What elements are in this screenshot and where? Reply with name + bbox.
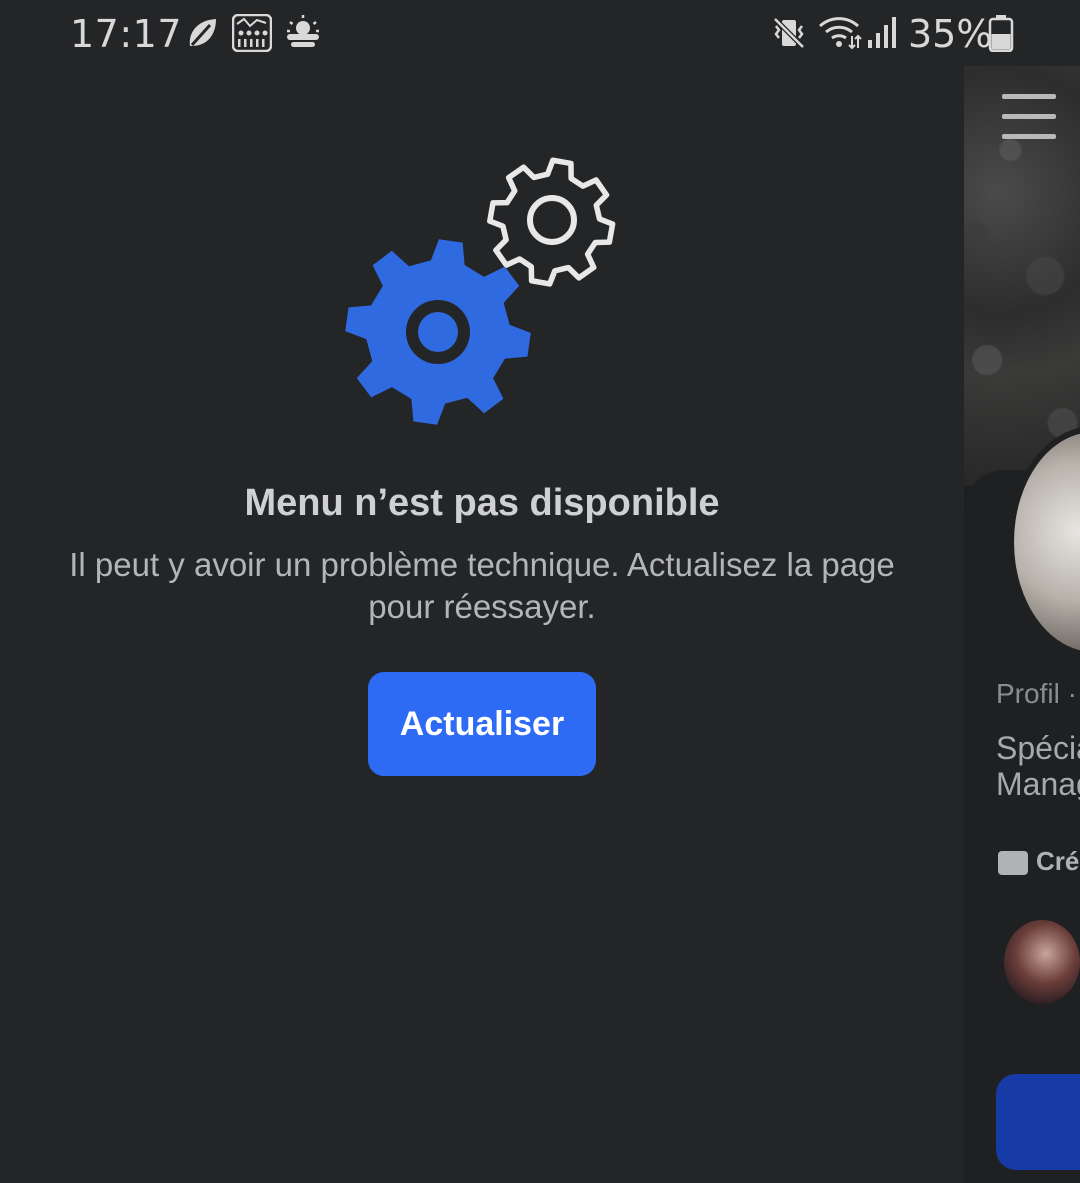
profile-line-2: Manag [996, 766, 1080, 802]
blue-action-button[interactable] [996, 1074, 1080, 1170]
weather-sun-cloud-icon [284, 14, 322, 55]
vibrate-mute-icon [772, 16, 806, 55]
background-profile-peek[interactable]: Profil · Spécia Manag Cré [964, 66, 1080, 1183]
battery-percent: 35% [908, 12, 993, 56]
app-grid-icon [231, 13, 273, 57]
wifi-icon [818, 14, 862, 55]
refresh-button[interactable]: Actualiser [368, 672, 596, 776]
creator-label: Cré [1036, 846, 1080, 876]
profile-line-1: Spécia [996, 730, 1080, 766]
gears-icon [345, 157, 616, 425]
profile-label: Profil · [996, 678, 1077, 709]
hamburger-menu-icon[interactable] [1002, 92, 1056, 147]
status-bar: 17:17 35% [0, 0, 1080, 68]
clapperboard-icon [998, 851, 1028, 876]
signal-icon [866, 14, 900, 55]
leaf-icon [186, 16, 218, 55]
unavailable-message: Il peut y avoir un problème technique. A… [69, 546, 895, 625]
status-time: 17:17 [70, 12, 183, 56]
unavailable-title: Menu n’est pas disponible [244, 482, 720, 524]
battery-icon [988, 14, 1014, 57]
friend-avatar[interactable] [1004, 920, 1080, 1004]
creator-row[interactable]: Cré [998, 846, 1079, 876]
